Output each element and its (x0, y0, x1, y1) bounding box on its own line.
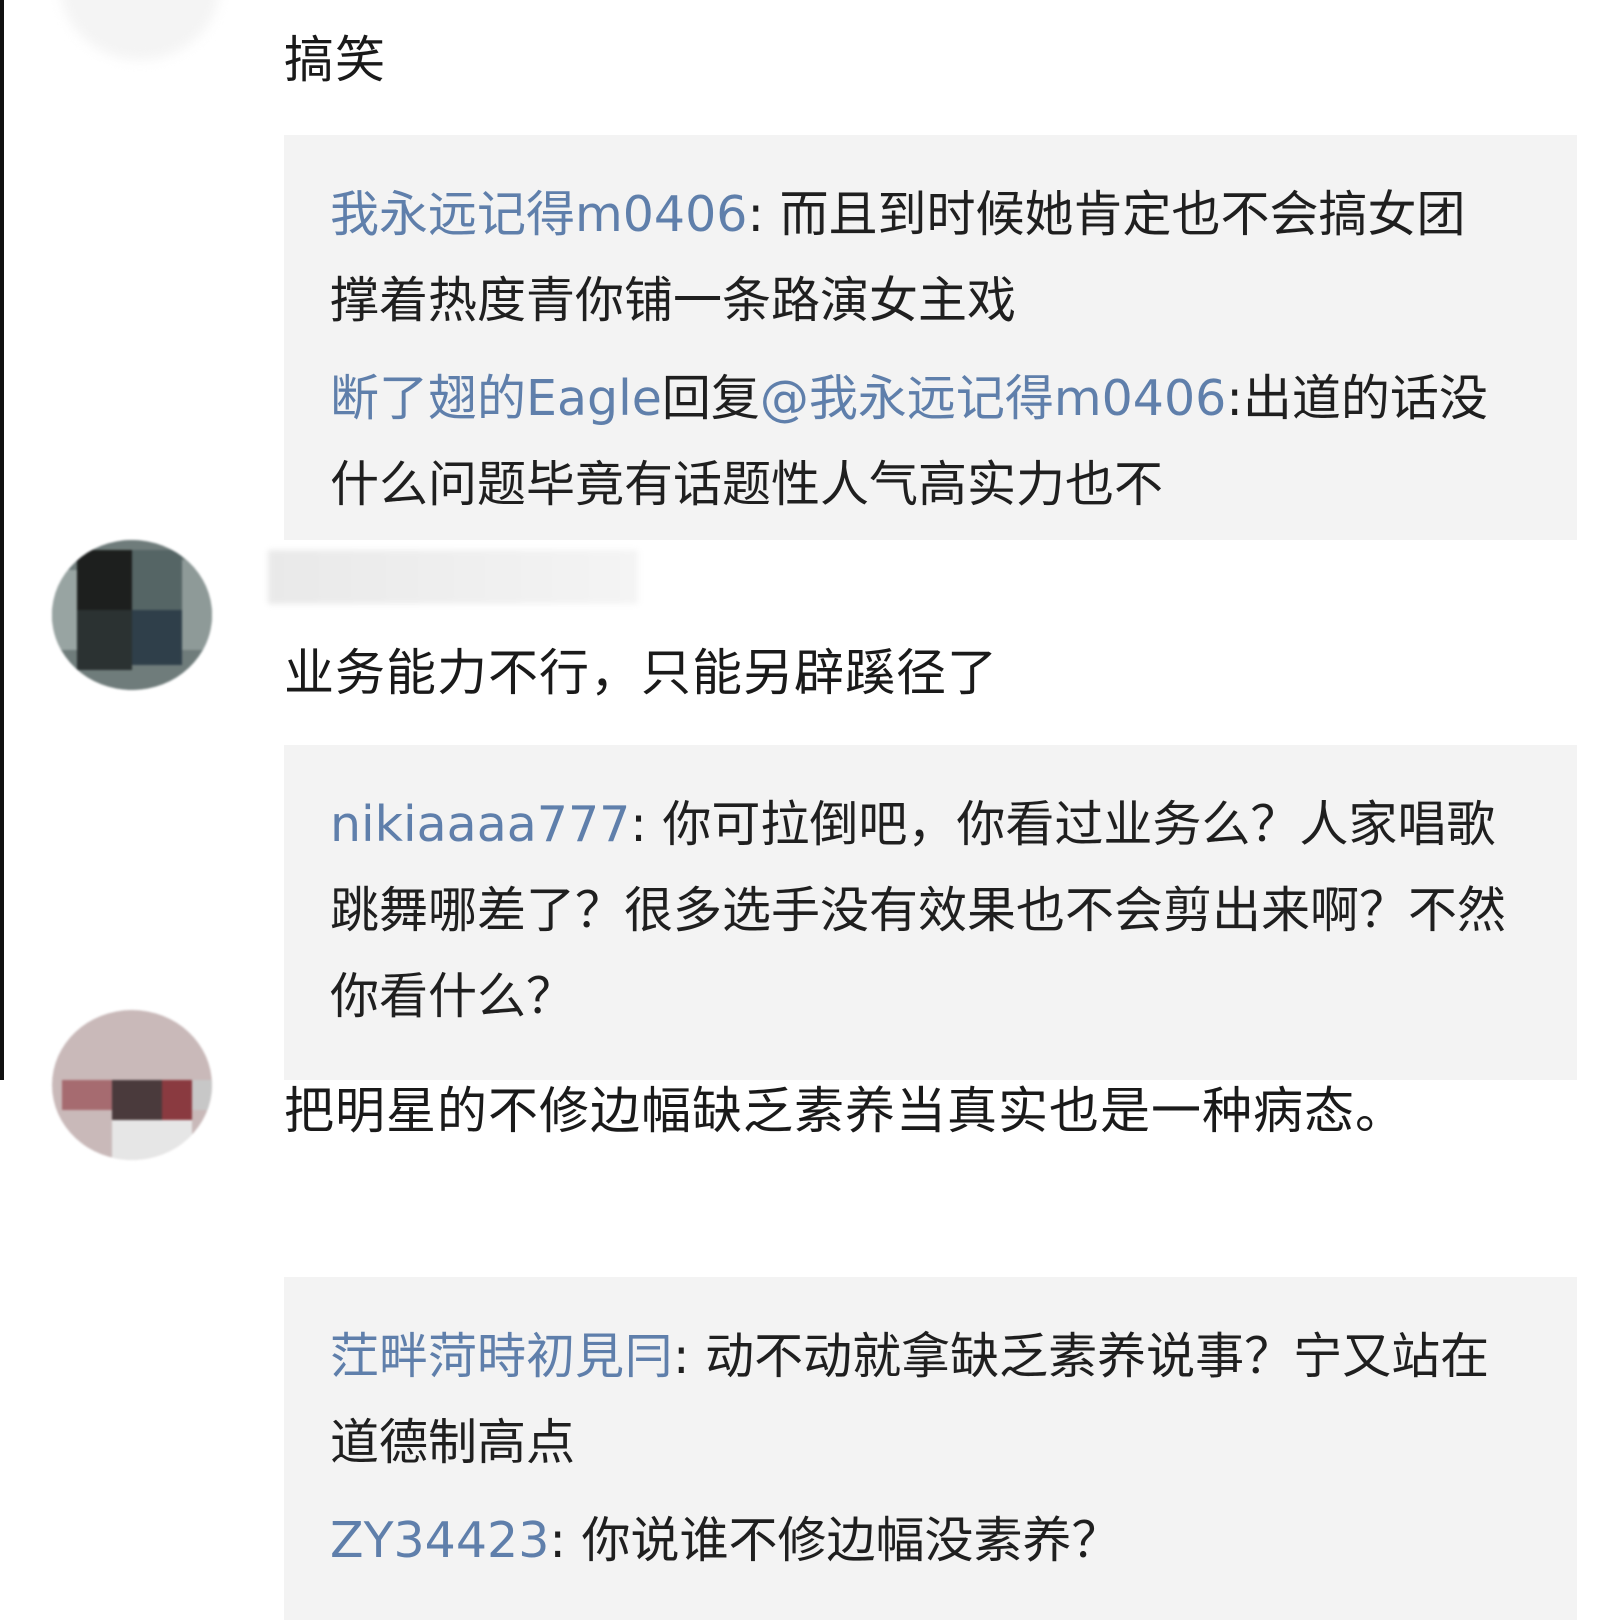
reply-item[interactable]: 茳畔菏時初見冃: 动不动就拿缺乏素养说事？宁又站在道德制高点 (330, 1314, 1530, 1486)
username-blurred[interactable] (268, 550, 638, 604)
avatar[interactable] (52, 1010, 212, 1160)
avatar-pixel (77, 550, 132, 610)
comment-3: 把明星的不修边幅缺乏素养当真实也是一种病态。 茳畔菏時初見冃: 动不动就拿缺乏素… (0, 1010, 1620, 1620)
comment-text: 搞笑 (284, 31, 386, 89)
comment-text: 业务能力不行，只能另辟蹊径了 (284, 644, 998, 702)
comment-1: 搞笑 我永远记得m0406: 而且到时候她肯定也不会搞女团 撑着热度青你铺一条路… (0, 0, 1620, 540)
left-edge-divider (0, 0, 4, 1080)
reply-box[interactable]: 我永远记得m0406: 而且到时候她肯定也不会搞女团 撑着热度青你铺一条路演女主… (284, 135, 1577, 540)
reply-username[interactable]: nikiaaaa777 (330, 796, 630, 853)
comment-text: 把明星的不修边幅缺乏素养当真实也是一种病态。 (284, 1082, 1406, 1140)
reply-separator: : (747, 186, 780, 243)
comment-2: 业务能力不行，只能另辟蹊径了 nikiaaaa777: 你可拉倒吧，你看过业务么… (0, 540, 1620, 1080)
avatar-pixel (182, 560, 212, 650)
avatar-pixel (62, 1080, 112, 1110)
avatar-pixel (112, 1080, 162, 1120)
avatar-pixel (162, 1080, 192, 1120)
reply-item[interactable]: ZY34423: 你说谁不修边幅没素养？ (330, 1498, 1530, 1584)
reply-separator: : (630, 796, 663, 853)
reply-box[interactable]: 茳畔菏時初見冃: 动不动就拿缺乏素养说事？宁又站在道德制高点 ZY34423: … (284, 1277, 1577, 1620)
avatar-pixel (192, 1080, 212, 1110)
comment-thread: 搞笑 我永远记得m0406: 而且到时候她肯定也不会搞女团 撑着热度青你铺一条路… (0, 0, 1620, 1620)
avatar[interactable] (52, 540, 212, 690)
avatar-pixel (52, 570, 77, 650)
reply-item[interactable]: 我永远记得m0406: 而且到时候她肯定也不会搞女团 撑着热度青你铺一条路演女主… (330, 172, 1530, 344)
reply-username[interactable]: 我永远记得m0406 (330, 186, 747, 243)
reply-mention[interactable]: @我永远记得m0406 (760, 370, 1226, 427)
avatar-faded[interactable] (60, 0, 220, 60)
reply-separator: : (1226, 370, 1243, 427)
reply-username[interactable]: 茳畔菏時初見冃 (330, 1328, 673, 1385)
reply-box[interactable]: nikiaaaa777: 你可拉倒吧，你看过业务么？人家唱歌跳舞哪差了？很多选手… (284, 745, 1577, 1080)
reply-username[interactable]: ZY34423 (330, 1512, 549, 1569)
reply-text: 你说谁不修边幅没素养？ (581, 1512, 1121, 1569)
reply-separator: : (549, 1512, 582, 1569)
avatar-pixel (112, 1120, 192, 1160)
reply-word: 回复 (661, 370, 760, 427)
avatar-pixel (132, 550, 182, 610)
reply-separator: : (673, 1328, 706, 1385)
reply-item[interactable]: nikiaaaa777: 你可拉倒吧，你看过业务么？人家唱歌跳舞哪差了？很多选手… (330, 782, 1530, 1040)
avatar-pixel (77, 610, 132, 670)
avatar-pixel (132, 610, 182, 665)
reply-username[interactable]: 断了翅的Eagle (330, 370, 662, 427)
reply-item[interactable]: 断了翅的Eagle回复@我永远记得m0406:出道的话没什么问题毕竟有话题性人气… (330, 356, 1530, 528)
